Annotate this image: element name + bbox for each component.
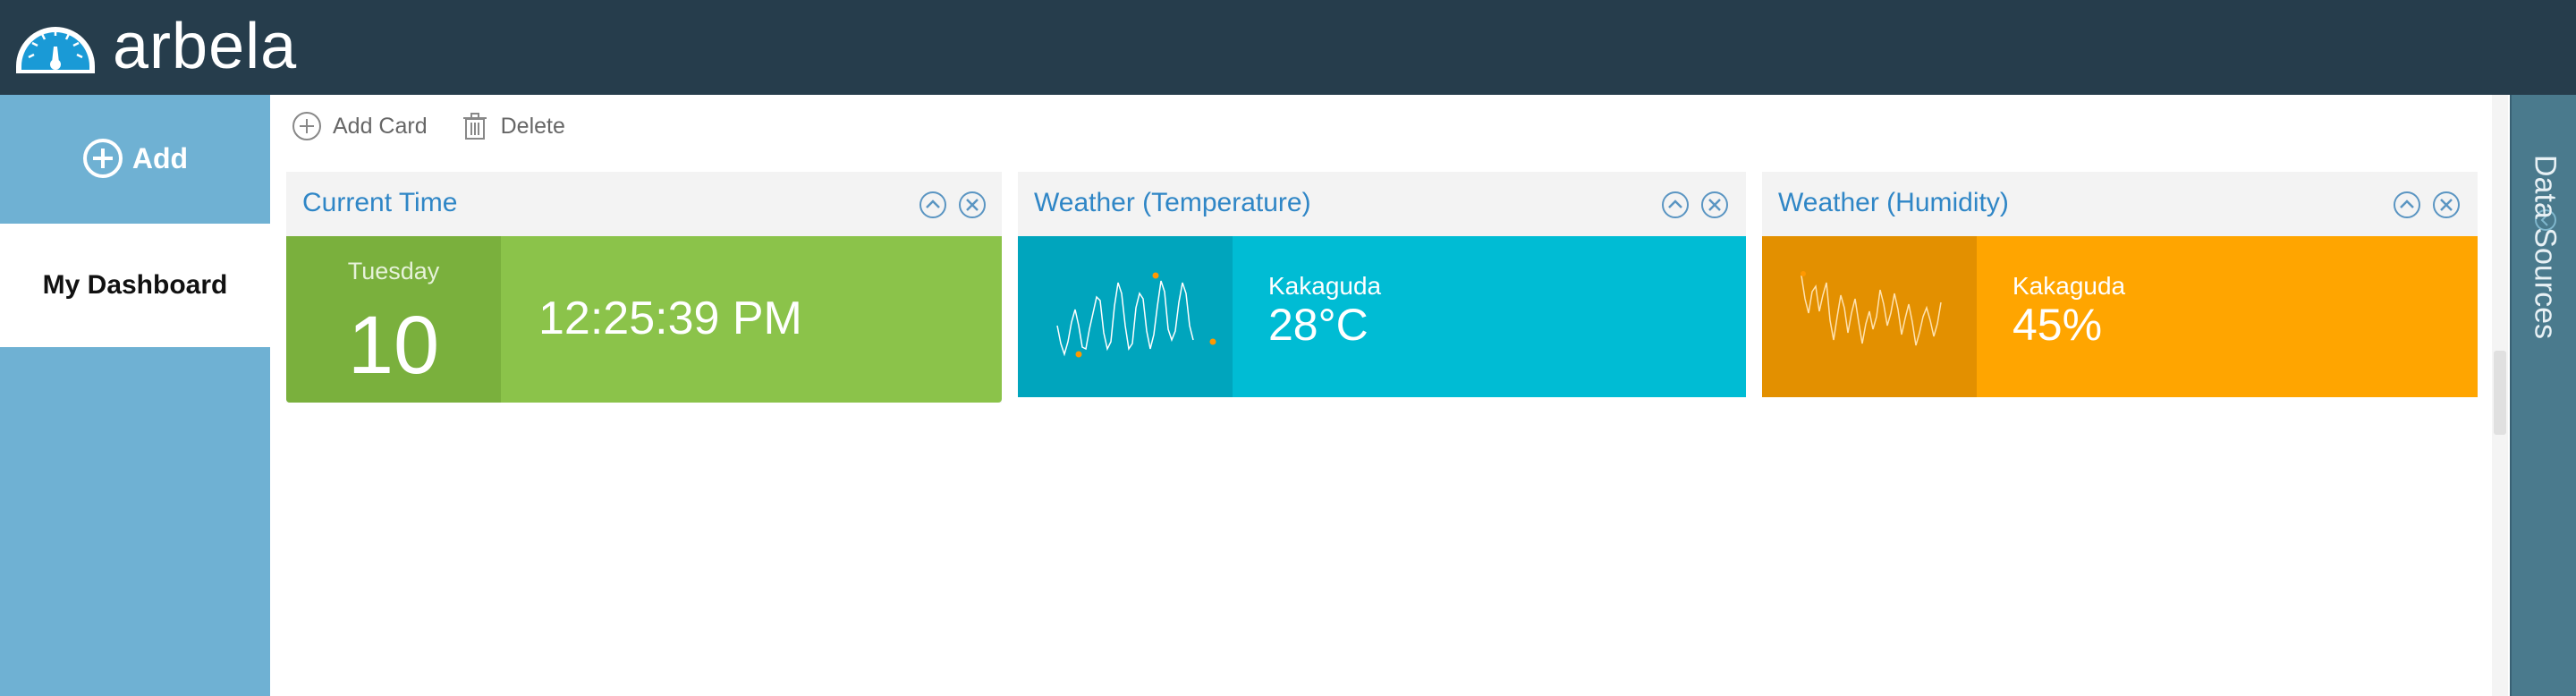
sparkline-panel [1018, 236, 1233, 397]
humidity-sparkline [1801, 271, 1942, 346]
delete-button[interactable]: Delete [460, 111, 565, 141]
sidebar-item-my-dashboard[interactable]: My Dashboard [0, 224, 270, 347]
card-weather-humidity: Weather (Humidity) Kakaguda 45% [1762, 172, 2478, 397]
card-body: Kakaguda 28°C [1018, 236, 1746, 397]
sidebar: Add My Dashboard [0, 95, 270, 696]
plus-circle-icon [292, 112, 321, 140]
dashboard-toolbar: Add Card Delete [292, 107, 565, 145]
card-header: Weather (Humidity) [1762, 172, 2478, 236]
temperature-value: 28°C [1268, 300, 1368, 350]
close-icon[interactable] [957, 190, 987, 220]
day-name: Tuesday [347, 258, 440, 284]
card-title: Weather (Humidity) [1778, 188, 2009, 217]
close-icon[interactable] [2431, 190, 2462, 220]
humidity-value: 45% [2012, 300, 2103, 350]
data-sources-label: Data Sources [2528, 155, 2563, 339]
collapse-icon[interactable] [918, 190, 948, 220]
app-header: arbela [0, 0, 2576, 95]
trash-icon [462, 113, 487, 140]
gauge-icon [16, 27, 95, 73]
collapse-icon[interactable] [1660, 190, 1690, 220]
delete-label: Delete [500, 113, 565, 139]
location-label: Kakaguda [2012, 272, 2126, 300]
card-title: Weather (Temperature) [1034, 188, 1311, 217]
card-body: Kakaguda 45% [1762, 236, 2478, 397]
card-title: Current Time [302, 188, 458, 217]
add-card-button[interactable]: Add Card [292, 111, 428, 141]
card-body: Tuesday 10 12:25:39 PM [286, 236, 1002, 403]
add-card-label: Add Card [333, 113, 428, 139]
location-label: Kakaguda [1268, 272, 1382, 300]
time-display: 12:25:39 PM [538, 293, 802, 344]
date-panel: Tuesday 10 [286, 236, 501, 403]
sidebar-add-label: Add [131, 141, 189, 174]
app-logo-text: arbela [113, 11, 298, 82]
scroll-thumb[interactable] [2494, 351, 2506, 435]
card-header: Weather (Temperature) [1018, 172, 1746, 236]
sparkline-panel [1762, 236, 1977, 397]
sidebar-add-button[interactable]: Add [0, 95, 270, 222]
plus-circle-icon [82, 139, 123, 178]
main-scrollbar[interactable] [2492, 95, 2508, 696]
temperature-sparkline [1056, 272, 1216, 358]
data-sources-panel[interactable]: Data Sources [2510, 95, 2576, 696]
day-number: 10 [347, 300, 440, 391]
card-current-time: Current Time Tuesday 10 12:25:39 PM [286, 172, 1002, 403]
card-weather-temperature: Weather (Temperature) Kakaguda 28°C [1018, 172, 1746, 397]
close-icon[interactable] [1699, 190, 1730, 220]
card-header: Current Time [286, 172, 1002, 236]
collapse-icon[interactable] [2392, 190, 2422, 220]
sidebar-item-label: My Dashboard [42, 270, 228, 300]
